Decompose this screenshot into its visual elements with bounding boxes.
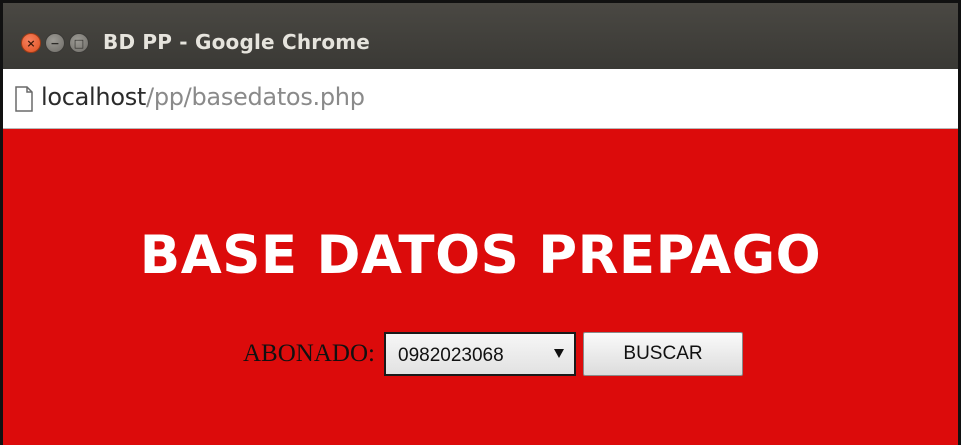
close-icon: × bbox=[26, 36, 36, 50]
url-host: localhost bbox=[41, 83, 147, 111]
window-title: BD PP - Google Chrome bbox=[103, 30, 371, 54]
browser-window: × − □ BD PP - Google Chrome localhost/pp… bbox=[0, 0, 961, 445]
url-path: /pp/basedatos.php bbox=[146, 83, 365, 111]
page-icon bbox=[15, 86, 33, 112]
maximize-icon: □ bbox=[73, 36, 85, 50]
abonado-select-value: 0982023068 bbox=[398, 345, 504, 366]
abonado-label: ABONADO: bbox=[243, 340, 375, 367]
abonado-select[interactable]: 0982023068 bbox=[384, 332, 576, 376]
dropdown-arrow-icon bbox=[554, 349, 564, 358]
title-bar: × − □ BD PP - Google Chrome bbox=[3, 3, 958, 69]
buscar-button[interactable]: BUSCAR bbox=[583, 332, 743, 376]
minimize-icon: − bbox=[50, 36, 60, 50]
url-text[interactable]: localhost/pp/basedatos.php bbox=[41, 83, 365, 111]
maximize-window-button[interactable]: □ bbox=[69, 33, 89, 53]
address-bar[interactable]: localhost/pp/basedatos.php bbox=[3, 69, 958, 129]
minimize-window-button[interactable]: − bbox=[45, 33, 65, 53]
search-form: ABONADO: 0982023068 BUSCAR bbox=[3, 329, 958, 379]
page-heading: BASE DATOS PREPAGO bbox=[139, 225, 822, 286]
page-content: BASE DATOS PREPAGO ABONADO: 0982023068 B… bbox=[3, 129, 958, 445]
close-window-button[interactable]: × bbox=[21, 33, 41, 53]
